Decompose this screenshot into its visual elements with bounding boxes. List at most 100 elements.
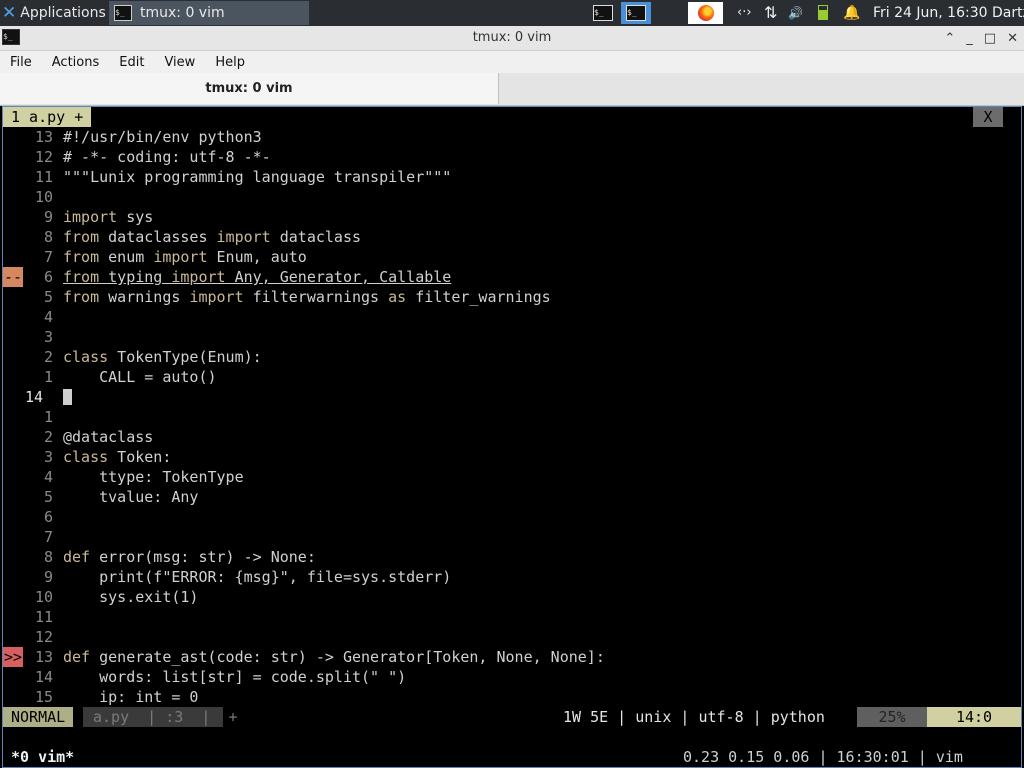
code-line[interactable]: >> 13 def generate_ast(code: str) -> Gener… bbox=[3, 647, 1021, 667]
close-button[interactable]: ✕ bbox=[1007, 31, 1018, 46]
code-line[interactable]: -- 6 from typing import Any, Generator, Ca… bbox=[3, 267, 1021, 287]
code-line[interactable]: 2 class TokenType(Enum): bbox=[3, 347, 1021, 367]
code-line[interactable]: 5 from warnings import filterwarnings as … bbox=[3, 287, 1021, 307]
line-number: 2 bbox=[43, 348, 53, 366]
code-text: from warnings import filterwarnings as f… bbox=[63, 288, 551, 306]
applications-label: Applications bbox=[20, 5, 106, 21]
menu-edit[interactable]: Edit bbox=[109, 55, 154, 70]
line-number: 15 bbox=[34, 688, 53, 706]
code-text: CALL = auto() bbox=[63, 368, 217, 386]
code-text: import sys bbox=[63, 208, 154, 226]
window-titlebar[interactable]: $_ tmux: 0 vim ⌃ _ □ ✕ bbox=[0, 26, 1024, 51]
code-text: print(f"ERROR: {msg}", file=sys.stderr) bbox=[63, 568, 452, 586]
terminal-view[interactable]: 1 a.py + X 13 #!/usr/bin/env python3 12 # -… bbox=[2, 106, 1022, 768]
maximize-button[interactable]: □ bbox=[984, 31, 996, 46]
menu-view[interactable]: View bbox=[154, 55, 205, 70]
menu-bar: File Actions Edit View Help bbox=[0, 51, 1024, 73]
code-line[interactable]: 4 bbox=[3, 307, 1021, 327]
code-line[interactable]: 7 bbox=[3, 527, 1021, 547]
code-text: ip: int = 0 bbox=[63, 688, 199, 706]
code-line[interactable]: 15 ip: int = 0 bbox=[3, 687, 1021, 707]
taskbar-item-tmux[interactable]: $_ tmux: 0 vim bbox=[109, 1, 309, 25]
vim-tab-current[interactable]: 1 a.py + bbox=[3, 107, 92, 127]
network-icon[interactable]: ‹·› bbox=[737, 0, 752, 26]
code-text: #!/usr/bin/env python3 bbox=[63, 128, 262, 146]
code-line[interactable]: 7 from enum import Enum, auto bbox=[3, 247, 1021, 267]
applications-menu[interactable]: ✕ Applications bbox=[0, 0, 106, 26]
volume-icon[interactable]: 🔊 bbox=[788, 0, 803, 26]
line-number: 10 bbox=[34, 188, 53, 206]
code-line[interactable]: 1 CALL = auto() bbox=[3, 367, 1021, 387]
firefox-icon bbox=[697, 5, 714, 21]
code-text: from dataclasses import dataclass bbox=[63, 228, 362, 246]
tab-tmux[interactable]: tmux: 0 vim bbox=[0, 73, 499, 104]
xfce-logo-icon: ✕ bbox=[2, 3, 17, 23]
code-line[interactable]: 5 tvalue: Any bbox=[3, 487, 1021, 507]
line-number: 1 bbox=[43, 408, 53, 426]
shade-button[interactable]: ⌃ bbox=[944, 31, 955, 46]
code-line[interactable]: 2 @dataclass bbox=[3, 427, 1021, 447]
clock[interactable]: Fri 24 Jun, 16:30 Dartz bbox=[873, 0, 1024, 26]
line-number: 5 bbox=[43, 488, 53, 506]
minimize-button[interactable]: _ bbox=[966, 31, 973, 46]
line-number: 12 bbox=[34, 148, 53, 166]
line-number: 2 bbox=[43, 428, 53, 446]
code-text: @dataclass bbox=[63, 428, 154, 446]
code-text: # -*- coding: utf-8 -*- bbox=[63, 148, 271, 166]
window-title: tmux: 0 vim bbox=[472, 30, 552, 45]
line-number: 4 bbox=[43, 468, 53, 486]
code-text: ttype: TokenType bbox=[63, 468, 244, 486]
code-line-current[interactable]: 14 bbox=[3, 387, 1021, 407]
vim-file-info: a.py | :3 | + bbox=[83, 707, 238, 727]
line-number: 10 bbox=[34, 588, 53, 606]
code-text: tvalue: Any bbox=[63, 488, 199, 506]
vim-tab-close-button[interactable]: X bbox=[973, 107, 1003, 127]
code-line[interactable]: 8 def error(msg: str) -> None: bbox=[3, 547, 1021, 567]
code-line[interactable]: 10 sys.exit(1) bbox=[3, 587, 1021, 607]
transfer-icon[interactable]: ⇅ bbox=[764, 0, 777, 26]
code-line[interactable]: 12 # -*- coding: utf-8 -*- bbox=[3, 147, 1021, 167]
menu-help[interactable]: Help bbox=[205, 55, 255, 70]
terminal-tab-bar: tmux: 0 vim bbox=[0, 73, 1024, 106]
error-sign-icon: >> bbox=[3, 647, 23, 667]
code-line[interactable]: 3 bbox=[3, 327, 1021, 347]
tmux-status-right: 0.23 0.15 0.06 | 16:30:01 | vim bbox=[683, 748, 963, 766]
code-text: def generate_ast(code: str) -> Generator… bbox=[63, 648, 605, 666]
code-line[interactable]: 4 ttype: TokenType bbox=[3, 467, 1021, 487]
line-number: 14 bbox=[34, 668, 53, 686]
code-line[interactable]: 1 bbox=[3, 407, 1021, 427]
line-number: 13 bbox=[34, 648, 53, 666]
line-number: 13 bbox=[34, 128, 53, 146]
menu-actions[interactable]: Actions bbox=[42, 55, 110, 70]
firefox-launcher[interactable] bbox=[688, 2, 723, 24]
tmux-statusbar: *0 vim* 0.23 0.15 0.06 | 16:30:01 | vim bbox=[3, 747, 1021, 767]
workspace-2[interactable]: $_ bbox=[621, 2, 651, 24]
code-line[interactable]: 11 """Lunix programming language transpil… bbox=[3, 167, 1021, 187]
code-line[interactable]: 8 from dataclasses import dataclass bbox=[3, 227, 1021, 247]
change-sign-icon: -- bbox=[3, 267, 23, 287]
line-number: 11 bbox=[34, 168, 53, 186]
code-text: class Token: bbox=[63, 448, 172, 466]
user-name[interactable]: Dartz bbox=[992, 5, 1024, 21]
code-line[interactable]: 11 bbox=[3, 607, 1021, 627]
code-line[interactable]: 14 words: list[str] = code.split(" ") bbox=[3, 667, 1021, 687]
code-line[interactable]: 13 #!/usr/bin/env python3 bbox=[3, 127, 1021, 147]
code-line[interactable]: 6 bbox=[3, 507, 1021, 527]
notification-bell-icon[interactable]: 🔔 bbox=[843, 0, 860, 26]
code-line[interactable]: 9 print(f"ERROR: {msg}", file=sys.stderr… bbox=[3, 567, 1021, 587]
code-line[interactable]: 12 bbox=[3, 627, 1021, 647]
line-number: 8 bbox=[43, 228, 53, 246]
line-number: 3 bbox=[43, 448, 53, 466]
menu-file[interactable]: File bbox=[0, 55, 42, 70]
code-line[interactable]: 9 import sys bbox=[3, 207, 1021, 227]
code-line[interactable]: 10 bbox=[3, 187, 1021, 207]
tmux-window-0[interactable]: *0 vim* bbox=[11, 747, 74, 767]
code-line[interactable]: 3 class Token: bbox=[3, 447, 1021, 467]
line-number: 7 bbox=[43, 528, 53, 546]
battery-icon[interactable] bbox=[818, 0, 828, 26]
workspace-1[interactable]: $_ bbox=[588, 2, 618, 24]
vim-mode: NORMAL bbox=[3, 707, 74, 727]
code-text: """Lunix programming language transpiler… bbox=[63, 168, 452, 186]
code-text: words: list[str] = code.split(" ") bbox=[63, 668, 407, 686]
code-text: class TokenType(Enum): bbox=[63, 348, 262, 366]
